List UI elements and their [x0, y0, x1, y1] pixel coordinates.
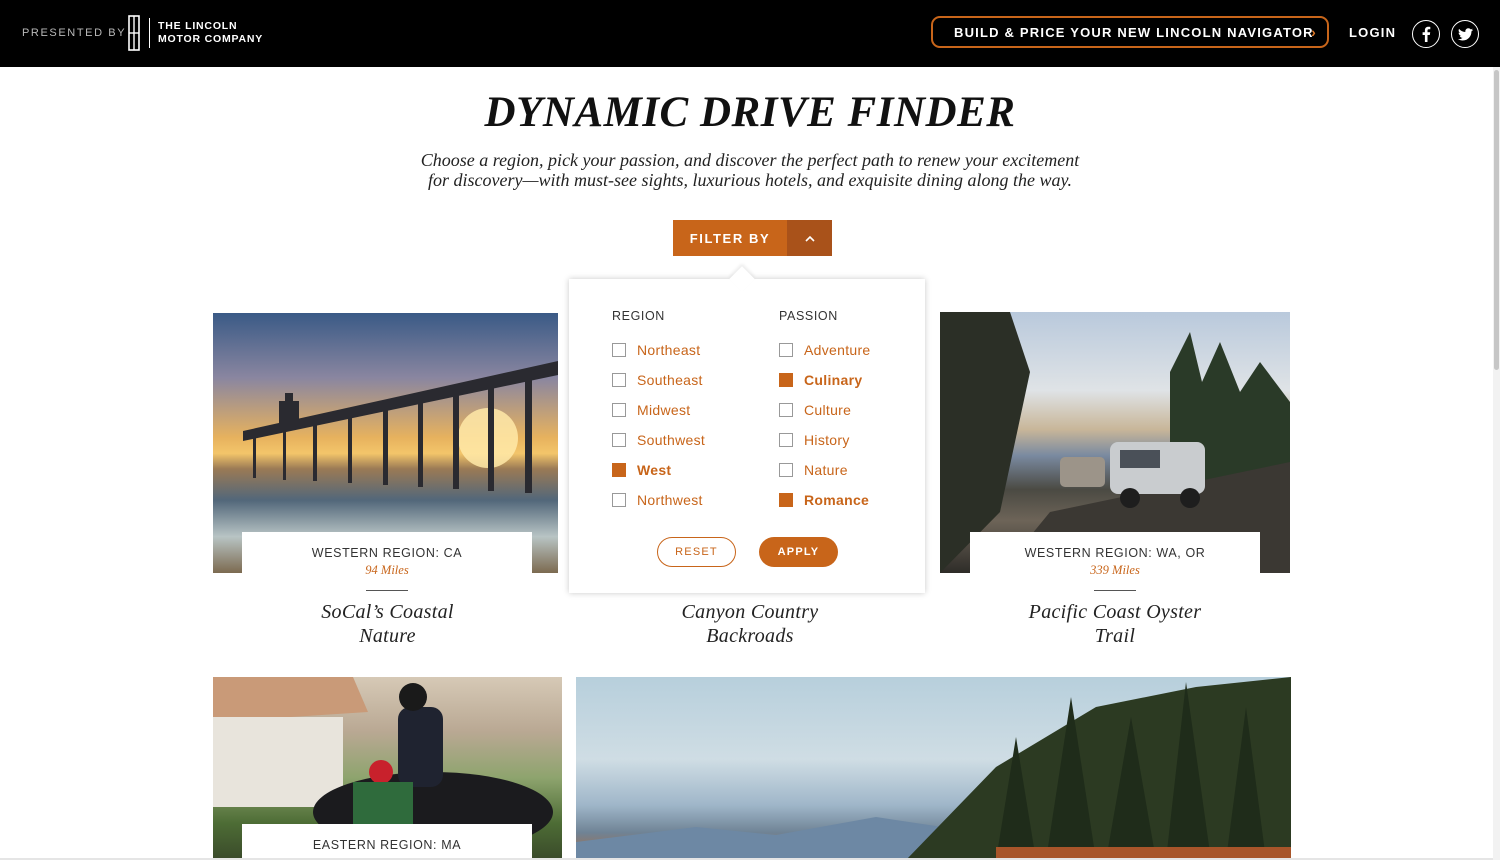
filter-toggle[interactable]: [787, 220, 832, 256]
card-title-line-1: Canyon Country: [681, 601, 819, 623]
region-option-northwest[interactable]: Northwest: [612, 491, 703, 509]
card-title-socal[interactable]: SoCal’s Coastal Nature: [290, 600, 485, 648]
dropdown-caret: [729, 266, 755, 292]
checkbox-checked[interactable]: [779, 493, 793, 507]
build-and-price-label: BUILD & PRICE YOUR NEW LINCOLN NAVIGATOR: [954, 24, 1314, 40]
card-label-socal: WESTERN REGION: CA 94 Miles: [242, 532, 532, 592]
top-bar: PRESENTED BY THE LINCOLN MOTOR COMPANY B…: [0, 0, 1500, 67]
card-title-line-1: SoCal’s Coastal: [321, 601, 454, 623]
card-title-line-1: Pacific Coast Oyster: [1028, 601, 1202, 623]
option-label: Northwest: [637, 492, 703, 508]
passion-option-culture[interactable]: Culture: [779, 401, 851, 419]
checkbox[interactable]: [612, 403, 626, 417]
card-title-line-2: Nature: [359, 625, 416, 647]
reset-button[interactable]: RESET: [657, 537, 736, 567]
card-region: EASTERN REGION: MA: [312, 838, 462, 852]
brand-line-1: THE LINCOLN: [158, 20, 238, 32]
card-miles: 94 Miles: [365, 563, 409, 577]
region-option-west[interactable]: West: [612, 461, 671, 479]
twitter-icon: [1457, 27, 1473, 40]
filter-by-label: FILTER BY: [689, 230, 771, 246]
option-label: West: [637, 462, 672, 478]
region-heading: REGION: [612, 309, 665, 323]
description-line-1: Choose a region, pick your passion, and …: [420, 150, 1080, 170]
card-region: WESTERN REGION: WA, OR: [1024, 546, 1206, 560]
filter-by-button[interactable]: FILTER BY: [673, 220, 832, 256]
checkbox-checked[interactable]: [612, 463, 626, 477]
option-label: Southwest: [637, 432, 706, 448]
option-label: Adventure: [804, 342, 871, 358]
region-option-midwest[interactable]: Midwest: [612, 401, 690, 419]
checkbox-checked[interactable]: [779, 373, 793, 387]
checkbox[interactable]: [612, 493, 626, 507]
option-label: Culture: [804, 402, 852, 418]
card-title-canyon[interactable]: Canyon Country Backroads: [650, 600, 850, 648]
mountain-forest-illustration: [576, 677, 1291, 860]
facebook-icon: [1422, 26, 1431, 42]
option-label: History: [804, 432, 850, 448]
option-label: Culinary: [804, 372, 863, 388]
card-image-mountain-forest[interactable]: [576, 677, 1291, 860]
page-description: Choose a region, pick your passion, and …: [390, 150, 1110, 190]
checkbox[interactable]: [612, 373, 626, 387]
checkbox[interactable]: [779, 343, 793, 357]
card-region: WESTERN REGION: CA: [311, 546, 463, 560]
card-title-pacific[interactable]: Pacific Coast Oyster Trail: [1000, 600, 1230, 648]
twitter-button[interactable]: [1451, 20, 1479, 48]
passion-option-nature[interactable]: Nature: [779, 461, 848, 479]
card-title-line-2: Trail: [1094, 625, 1136, 647]
passion-option-adventure[interactable]: Adventure: [779, 341, 871, 359]
checkbox[interactable]: [779, 463, 793, 477]
checkbox[interactable]: [779, 403, 793, 417]
chevron-up-icon: [804, 235, 815, 242]
option-label: Northeast: [637, 342, 701, 358]
passion-heading: PASSION: [779, 309, 838, 323]
checkbox[interactable]: [612, 343, 626, 357]
option-label: Nature: [804, 462, 848, 478]
option-label: Romance: [804, 492, 870, 508]
apply-button[interactable]: APPLY: [759, 537, 838, 567]
login-link[interactable]: LOGIN: [1349, 25, 1396, 40]
lincoln-star-logo-icon[interactable]: [126, 15, 142, 51]
page-title: DYNAMIC DRIVE FINDER: [484, 89, 1016, 136]
region-option-southwest[interactable]: Southwest: [612, 431, 705, 449]
chevron-right-icon: ›: [1311, 24, 1317, 40]
logo-divider: [149, 18, 150, 48]
brand-wordmark[interactable]: THE LINCOLN MOTOR COMPANY: [158, 20, 263, 46]
passion-option-romance[interactable]: Romance: [779, 491, 869, 509]
option-label: Southeast: [637, 372, 703, 388]
filter-dropdown: REGION PASSION Northeast Southeast Midwe…: [569, 266, 925, 593]
card-label-eastern: EASTERN REGION: MA: [242, 824, 532, 860]
card-title-line-2: Backroads: [706, 625, 794, 647]
card-label-pacific: WESTERN REGION: WA, OR 339 Miles: [970, 532, 1260, 592]
region-option-northeast[interactable]: Northeast: [612, 341, 700, 359]
checkbox[interactable]: [779, 433, 793, 447]
passion-option-history[interactable]: History: [779, 431, 850, 449]
brand-line-2: MOTOR COMPANY: [158, 33, 264, 45]
description-line-2: for discovery—with must-see sights, luxu…: [428, 170, 1072, 190]
passion-option-culinary[interactable]: Culinary: [779, 371, 862, 389]
region-option-southeast[interactable]: Southeast: [612, 371, 703, 389]
card-divider: [366, 590, 408, 591]
card-divider: [1094, 590, 1136, 591]
checkbox[interactable]: [612, 433, 626, 447]
facebook-button[interactable]: [1412, 20, 1440, 48]
option-label: Midwest: [637, 402, 691, 418]
presented-by-text: PRESENTED BY: [22, 27, 127, 39]
build-and-price-button[interactable]: BUILD & PRICE YOUR NEW LINCOLN NAVIGATOR…: [931, 16, 1329, 48]
card-miles: 339 Miles: [1090, 563, 1140, 577]
